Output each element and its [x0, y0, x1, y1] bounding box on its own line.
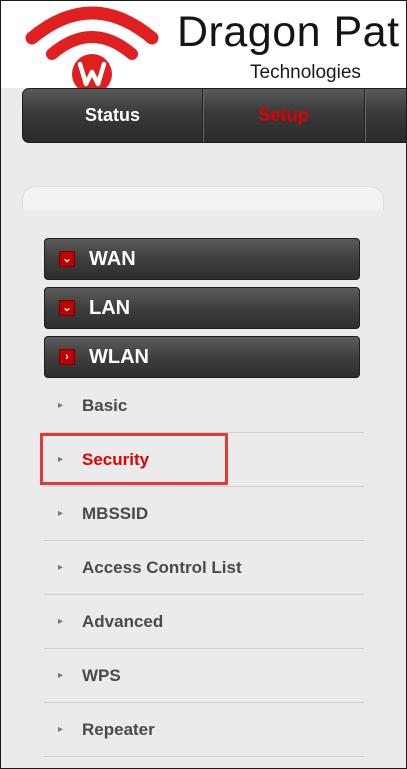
submenu-item-label: Access Control List [82, 557, 242, 577]
menu-group-label: LAN [89, 296, 131, 319]
submenu-item-label: WPS [82, 665, 121, 685]
wifi-w-logo-icon [25, 6, 159, 88]
menu-group-label: WLAN [89, 345, 149, 368]
sidebar-menu: ⌄ WAN ⌄ LAN › WLAN [44, 238, 360, 385]
tab-setup[interactable]: Setup [203, 89, 365, 142]
submenu-item-mbssid[interactable]: ▸ MBSSID [44, 487, 364, 541]
brand-name: Dragon Pat [177, 8, 400, 56]
arrow-right-icon: ▸ [58, 670, 64, 681]
top-navigation: Status Setup [22, 88, 407, 143]
menu-group-lan[interactable]: ⌄ LAN [44, 287, 360, 329]
submenu-item-label: Basic [82, 395, 128, 415]
tab-status[interactable]: Status [23, 89, 203, 142]
panel-header [22, 186, 384, 210]
submenu-item-label: Security [82, 449, 150, 469]
submenu-item-repeater[interactable]: ▸ Repeater [44, 703, 364, 757]
submenu-item-access-control-list[interactable]: ▸ Access Control List [44, 541, 364, 595]
submenu-item-advanced[interactable]: ▸ Advanced [44, 595, 364, 649]
arrow-right-icon: ▸ [58, 508, 64, 519]
menu-group-wan[interactable]: ⌄ WAN [44, 238, 360, 280]
submenu-item-label: MBSSID [82, 503, 149, 523]
submenu-item-wps[interactable]: ▸ WPS [44, 649, 364, 703]
submenu-item-security[interactable]: ▸ Security [44, 433, 364, 487]
chevron-down-icon: ⌄ [59, 300, 75, 316]
menu-group-label: WAN [89, 247, 136, 270]
arrow-right-icon: ▸ [58, 724, 64, 735]
submenu-item-basic[interactable]: ▸ Basic [44, 379, 364, 433]
brand-subtitle: Technologies [250, 62, 361, 83]
chevron-right-icon: › [59, 349, 75, 365]
menu-group-wlan[interactable]: › WLAN [44, 336, 360, 378]
arrow-right-icon: ▸ [58, 562, 64, 573]
wlan-submenu: ▸ Basic ▸ Security ▸ MBSSID ▸ Access Con… [44, 379, 364, 757]
arrow-right-icon: ▸ [58, 400, 64, 411]
arrow-right-icon: ▸ [58, 454, 64, 465]
arrow-right-icon: ▸ [58, 616, 64, 627]
header: Dragon Pat Technologies [0, 0, 407, 88]
submenu-item-label: Advanced [82, 611, 164, 631]
submenu-item-label: Repeater [82, 719, 155, 739]
chevron-down-icon: ⌄ [59, 251, 75, 267]
